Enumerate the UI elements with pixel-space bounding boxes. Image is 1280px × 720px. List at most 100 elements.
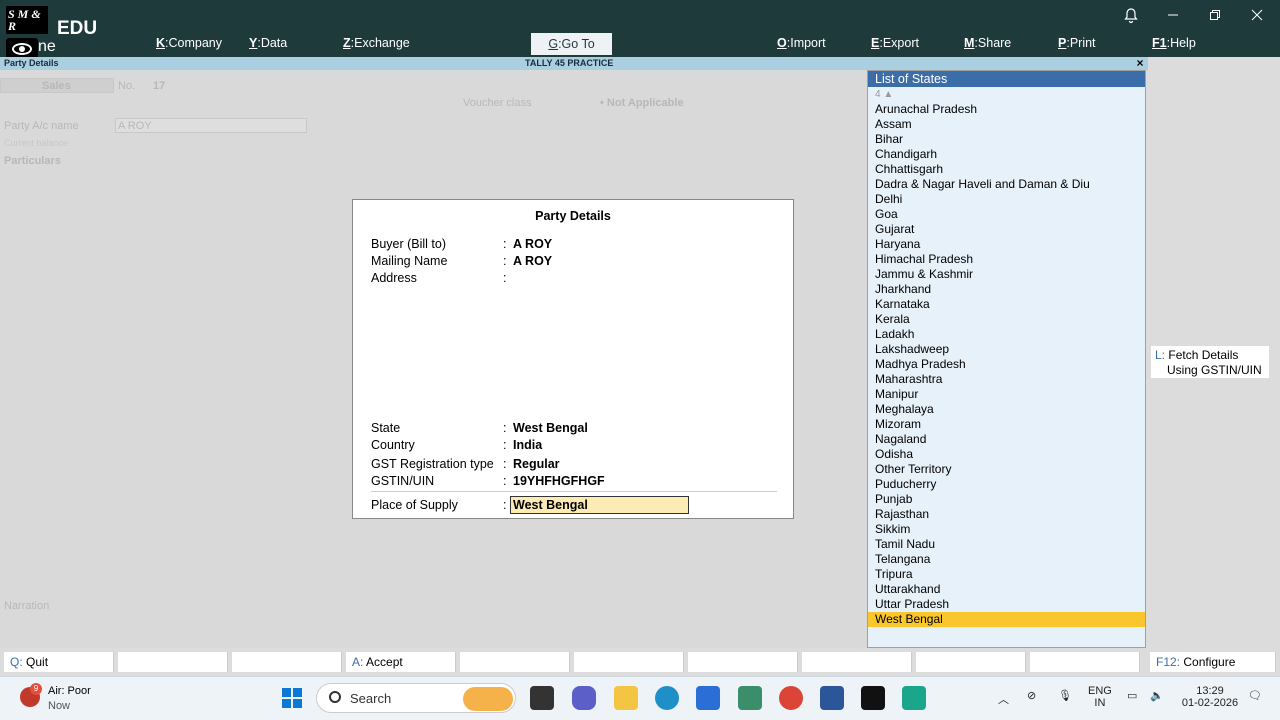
state-field[interactable]: West Bengal: [513, 421, 588, 435]
notification-icon[interactable]: 🗨: [1248, 689, 1262, 702]
state-list-item[interactable]: Telangana: [868, 552, 1145, 567]
state-list-item[interactable]: Manipur: [868, 387, 1145, 402]
state-list-item[interactable]: Chhattisgarh: [868, 162, 1145, 177]
state-list-item[interactable]: Dadra & Nagar Haveli and Daman & Diu: [868, 177, 1145, 192]
minimize-icon[interactable]: [1163, 8, 1183, 24]
country-field[interactable]: India: [513, 438, 542, 452]
file-explorer-icon[interactable]: [614, 686, 638, 710]
state-list-item[interactable]: Jammu & Kashmir: [868, 267, 1145, 282]
bell-icon[interactable]: [1121, 8, 1141, 27]
configure-button[interactable]: F12: Configure: [1150, 652, 1276, 672]
party-label: Party A/c name: [4, 120, 79, 132]
state-list-item[interactable]: Uttarakhand: [868, 582, 1145, 597]
empty-key-button[interactable]: [118, 652, 228, 672]
party-value: A ROY: [118, 120, 152, 132]
network-icon[interactable]: ⊘: [1027, 689, 1036, 702]
menu-exchange[interactable]: Z:Exchange: [343, 36, 410, 50]
voucher-class-label: Voucher class: [463, 97, 532, 109]
menu-export[interactable]: E:Export: [871, 36, 919, 50]
smr-logo-icon: S M & R: [6, 6, 48, 34]
state-list-item[interactable]: Arunachal Pradesh: [868, 102, 1145, 117]
menu-help[interactable]: F1:Help: [1152, 36, 1196, 50]
state-list-item[interactable]: Odisha: [868, 447, 1145, 462]
colon: :: [503, 438, 507, 452]
state-list-item[interactable]: Jharkhand: [868, 282, 1145, 297]
edge-icon[interactable]: [655, 686, 679, 710]
teams-icon[interactable]: [572, 686, 596, 710]
state-list-item[interactable]: Lakshadweep: [868, 342, 1145, 357]
state-list-item[interactable]: Meghalaya: [868, 402, 1145, 417]
chevron-up-icon[interactable]: ︿: [998, 691, 1009, 707]
state-list-item[interactable]: Haryana: [868, 237, 1145, 252]
empty-key-button[interactable]: [1030, 652, 1140, 672]
menu-import[interactable]: O:Import: [777, 36, 826, 50]
close-icon[interactable]: ×: [1134, 57, 1146, 70]
state-list-item[interactable]: Uttar Pradesh: [868, 597, 1145, 612]
state-list-item[interactable]: Goa: [868, 207, 1145, 222]
bottom-key-bar: Q: Quit A: Accept F12: Configure: [0, 650, 1280, 674]
accept-button[interactable]: A: Accept: [346, 652, 456, 672]
tally-icon[interactable]: [902, 686, 926, 710]
close-window-icon[interactable]: [1247, 8, 1267, 24]
volume-icon[interactable]: 🔈: [1150, 689, 1164, 702]
state-list-item[interactable]: Maharashtra: [868, 372, 1145, 387]
display-icon[interactable]: ▭: [1127, 689, 1137, 702]
state-list-item[interactable]: Sikkim: [868, 522, 1145, 537]
empty-key-button[interactable]: [232, 652, 342, 672]
task-view-icon[interactable]: [530, 686, 554, 710]
state-list-item[interactable]: Assam: [868, 117, 1145, 132]
chrome-icon[interactable]: [779, 686, 803, 710]
state-list-item[interactable]: Tamil Nadu: [868, 537, 1145, 552]
empty-key-button[interactable]: [916, 652, 1026, 672]
screen-header: Party Details TALLY 45 PRACTICE: [0, 57, 1148, 70]
notepad-icon[interactable]: [820, 686, 844, 710]
menu-company[interactable]: K:Company: [156, 36, 222, 50]
state-list-item[interactable]: Gujarat: [868, 222, 1145, 237]
quit-button[interactable]: Q: Quit: [4, 652, 114, 672]
state-list-item[interactable]: West Bengal: [868, 612, 1145, 627]
menu-share[interactable]: M:Share: [964, 36, 1011, 50]
windows-start-icon[interactable]: [280, 686, 304, 710]
state-list-item[interactable]: Karnataka: [868, 297, 1145, 312]
empty-key-button[interactable]: [802, 652, 912, 672]
buyer-field[interactable]: A ROY: [513, 237, 552, 251]
company-title: TALLY 45 PRACTICE: [525, 58, 614, 68]
app-icon[interactable]: [738, 686, 762, 710]
clock[interactable]: 13:29 01-02-2026: [1180, 685, 1240, 709]
smr-app-icon[interactable]: [861, 686, 885, 710]
menu-goto[interactable]: G:Go To: [531, 33, 612, 55]
state-list-item[interactable]: Delhi: [868, 192, 1145, 207]
state-list-item[interactable]: Madhya Pradesh: [868, 357, 1145, 372]
state-list-item[interactable]: Punjab: [868, 492, 1145, 507]
state-list-item[interactable]: Nagaland: [868, 432, 1145, 447]
gstin-field[interactable]: 19YHFHGFHGF: [513, 474, 605, 488]
address-label: Address: [371, 271, 417, 285]
menu-print[interactable]: P:Print: [1058, 36, 1096, 50]
place-of-supply-input[interactable]: West Bengal: [510, 496, 689, 514]
empty-key-button[interactable]: [460, 652, 570, 672]
menu-data[interactable]: Y:Data: [249, 36, 287, 50]
gst-type-field[interactable]: Regular: [513, 457, 560, 471]
state-list-scroll-indicator[interactable]: 4 ▲: [875, 89, 893, 100]
empty-key-button[interactable]: [574, 652, 684, 672]
restore-icon[interactable]: [1205, 8, 1225, 24]
state-list-item[interactable]: Himachal Pradesh: [868, 252, 1145, 267]
microphone-icon[interactable]: 🎙: [1058, 689, 1072, 702]
state-list-item[interactable]: Mizoram: [868, 417, 1145, 432]
state-list-item[interactable]: Other Territory: [868, 462, 1145, 477]
state-list-item[interactable]: Puducherry: [868, 477, 1145, 492]
state-list-item[interactable]: Bihar: [868, 132, 1145, 147]
state-list-item[interactable]: Ladakh: [868, 327, 1145, 342]
state-list-item[interactable]: Chandigarh: [868, 147, 1145, 162]
fetch-gstin-button[interactable]: L: Fetch Details Using GSTIN/UIN: [1150, 345, 1270, 379]
state-list-item[interactable]: Kerala: [868, 312, 1145, 327]
taskbar-search[interactable]: Search: [316, 683, 516, 713]
mailing-name-field[interactable]: A ROY: [513, 254, 552, 268]
state-list-item[interactable]: Rajasthan: [868, 507, 1145, 522]
language-indicator[interactable]: ENG IN: [1088, 685, 1112, 709]
store-icon[interactable]: [696, 686, 720, 710]
state-list-item[interactable]: Tripura: [868, 567, 1145, 582]
divider: [371, 491, 777, 492]
search-icon: [329, 691, 341, 703]
empty-key-button[interactable]: [688, 652, 798, 672]
